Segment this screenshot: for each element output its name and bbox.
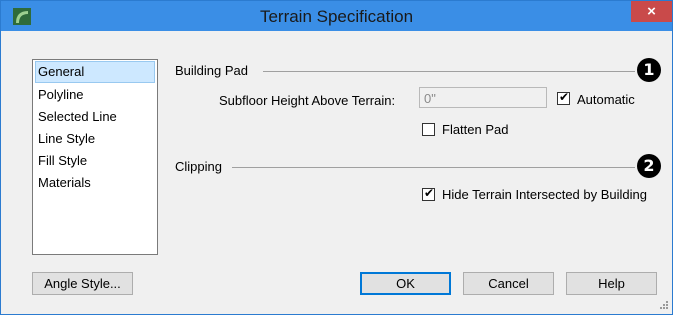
- angle-style-button[interactable]: Angle Style...: [32, 272, 133, 295]
- check-icon: ✔: [424, 186, 435, 200]
- cancel-button[interactable]: Cancel: [463, 272, 554, 295]
- clipping-divider: [232, 167, 635, 168]
- callout-marker-2: 2: [637, 154, 661, 178]
- ok-button[interactable]: OK: [360, 272, 451, 295]
- subfloor-height-label: Subfloor Height Above Terrain:: [219, 93, 396, 108]
- resize-grip-icon[interactable]: [659, 300, 669, 310]
- automatic-label: Automatic: [577, 92, 635, 107]
- title-bar[interactable]: Terrain Specification ×: [1, 1, 672, 31]
- list-item-materials[interactable]: Materials: [33, 172, 157, 194]
- hide-terrain-checkbox[interactable]: ✔: [422, 186, 435, 201]
- automatic-checkbox[interactable]: ✔: [557, 90, 570, 105]
- building-pad-heading: Building Pad: [175, 63, 248, 78]
- help-button[interactable]: Help: [566, 272, 657, 295]
- flatten-pad-label: Flatten Pad: [442, 122, 509, 137]
- building-pad-divider: [263, 71, 635, 72]
- close-button[interactable]: ×: [631, 1, 672, 22]
- window-title: Terrain Specification: [259, 7, 414, 26]
- list-item-general[interactable]: General: [35, 61, 155, 83]
- callout-marker-1: 1: [637, 58, 661, 82]
- list-item-line-style[interactable]: Line Style: [33, 128, 157, 150]
- clipping-heading: Clipping: [175, 159, 222, 174]
- check-icon: ✔: [559, 90, 570, 104]
- list-item-polyline[interactable]: Polyline: [33, 84, 157, 106]
- subfloor-height-field[interactable]: 0": [419, 87, 547, 108]
- flatten-pad-checkbox[interactable]: [422, 123, 435, 136]
- hide-terrain-label: Hide Terrain Intersected by Building: [442, 187, 647, 202]
- dialog-window: Terrain Specification × General Polyline…: [0, 0, 673, 315]
- list-item-fill-style[interactable]: Fill Style: [33, 150, 157, 172]
- list-item-selected-line[interactable]: Selected Line: [33, 106, 157, 128]
- category-list[interactable]: General Polyline Selected Line Line Styl…: [32, 59, 158, 255]
